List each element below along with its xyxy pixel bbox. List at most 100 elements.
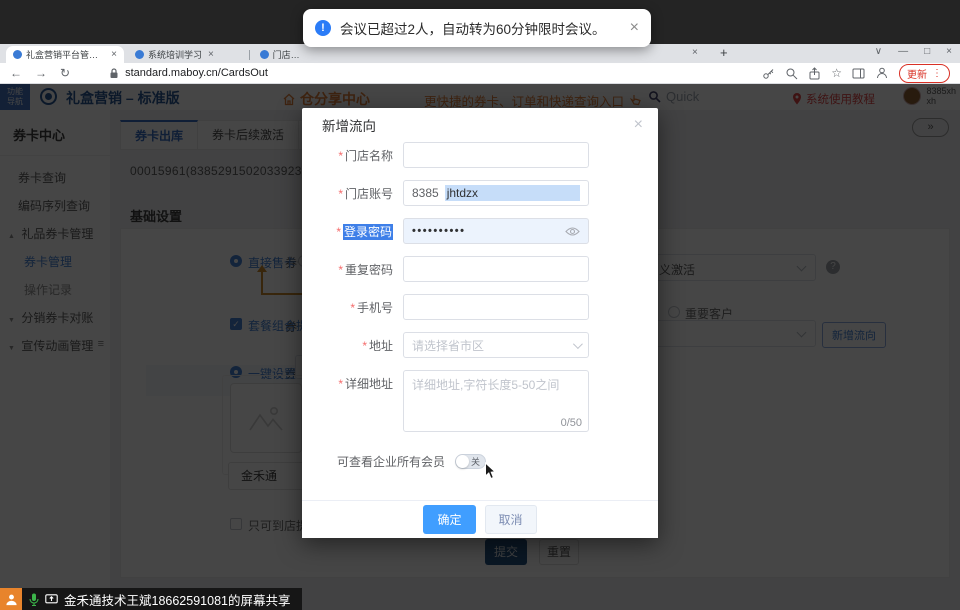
screen-share-icon [45, 594, 58, 605]
repeat-password-label: *重复密码 [306, 261, 403, 278]
site-favicon-icon [260, 50, 269, 59]
modal-header: 新增流向 × [302, 108, 658, 142]
label-text: 门店名称 [345, 149, 393, 163]
toggle-knob [456, 455, 469, 468]
required-mark: * [338, 377, 343, 391]
field-row-password: *登录密码 •••••••••• [306, 218, 658, 244]
label-text: 手机号 [357, 301, 393, 315]
share-bar-body: 金禾通技术王斌18662591081的屏幕共享 [22, 588, 302, 610]
tab-close-icon[interactable]: × [692, 47, 698, 58]
tab-title: 系统培训学习 [148, 48, 202, 61]
minimize-icon[interactable]: — [898, 46, 908, 57]
phone-label: *手机号 [306, 299, 403, 316]
sharer-avatar-icon [0, 588, 22, 610]
tab-separator [249, 50, 250, 60]
kebab-menu-icon[interactable]: ⋮ [932, 68, 942, 79]
new-tab-button[interactable]: + [720, 45, 728, 60]
store-name-input[interactable] [403, 142, 589, 168]
label-text: 详细地址 [345, 377, 393, 391]
browser-menu-icon[interactable]: ∨ [875, 46, 882, 57]
forward-icon[interactable]: → [35, 67, 47, 79]
address-label: *地址 [306, 337, 403, 354]
field-row-detail-address: *详细地址 0/50 [306, 370, 658, 437]
required-mark: * [338, 263, 343, 277]
field-row-repeat-password: *重复密码 [306, 256, 658, 282]
microphone-icon [29, 593, 39, 606]
share-icon[interactable] [808, 67, 821, 80]
eye-icon [565, 226, 580, 237]
store-account-label: *门店账号 [306, 185, 403, 202]
tab-title: 门店管理中心 [273, 48, 305, 61]
zoom-icon[interactable] [785, 67, 798, 80]
store-account-input[interactable]: 8385 jhtdzx [403, 180, 589, 206]
password-dots: •••••••••• [412, 225, 466, 237]
password-key-icon[interactable] [762, 67, 775, 80]
tab-title: 礼盒营销平台管理中心 [26, 48, 105, 61]
lock-icon [109, 68, 119, 79]
confirm-button[interactable]: 确定 [423, 505, 475, 534]
label-text: 重复密码 [345, 263, 393, 277]
password-label: *登录密码 [306, 223, 403, 240]
required-mark: * [362, 339, 367, 353]
store-name-label: *门店名称 [306, 147, 403, 164]
password-input[interactable]: •••••••••• [403, 218, 589, 244]
required-mark: * [338, 149, 343, 163]
chevron-down-icon [573, 339, 583, 349]
required-mark: * [336, 225, 341, 239]
detail-address-label: *详细地址 [306, 370, 403, 392]
address-placeholder: 请选择省市区 [412, 337, 484, 354]
chrome-update-button[interactable]: 更新 ⋮ [899, 64, 950, 83]
person-icon [5, 593, 18, 606]
address-select[interactable]: 请选择省市区 [403, 332, 589, 358]
detail-address-wrap: 0/50 [403, 370, 589, 437]
browser-tab-2[interactable]: 系统培训学习 × [128, 46, 242, 63]
tab-close-icon[interactable]: × [208, 49, 214, 60]
window-controls: ∨ — □ × [875, 46, 952, 57]
field-row-store-name: *门店名称 [306, 142, 658, 168]
toast-message: 会议已超过2人，自动转为60分钟限时会议。 [340, 18, 606, 38]
modal-title: 新增流向 [322, 115, 376, 135]
field-row-phone: *手机号 [306, 294, 658, 320]
restore-icon[interactable]: □ [924, 46, 930, 57]
side-panel-icon[interactable] [852, 67, 865, 80]
meeting-toast: ! 会议已超过2人，自动转为60分钟限时会议。 × [303, 9, 651, 47]
toast-close-icon[interactable]: × [630, 20, 639, 36]
label-text-selected: 登录密码 [343, 224, 393, 240]
url-text: standard.maboy.cn/CardsOut [125, 67, 268, 79]
update-label: 更新 [907, 66, 927, 81]
field-row-address: *地址 请选择省市区 [306, 332, 658, 358]
addressbar-actions: ☆ 更新 ⋮ [762, 64, 950, 83]
close-window-icon[interactable]: × [946, 46, 952, 57]
modal-footer: 确定 取消 [302, 500, 658, 538]
add-flow-modal: 新增流向 × *门店名称 *门店账号 8385 jhtdzx *登录密码 •••… [302, 108, 658, 538]
toggle-state-text: 关 [471, 455, 480, 469]
bookmark-star-icon[interactable]: ☆ [831, 66, 842, 80]
member-visibility-row: 可查看企业所有会员 关 [337, 453, 658, 470]
site-favicon-icon [135, 50, 144, 59]
url-field[interactable]: standard.maboy.cn/CardsOut [109, 67, 268, 79]
tab-close-icon[interactable]: × [111, 49, 117, 60]
share-bar-text: 金禾通技术王斌18662591081的屏幕共享 [64, 590, 290, 609]
phone-input[interactable] [403, 294, 589, 320]
browser-tab-1[interactable]: 礼盒营销平台管理中心 × [6, 46, 124, 63]
mouse-cursor [484, 462, 496, 485]
label-text: 地址 [369, 339, 393, 353]
browser-tab-3[interactable]: 门店管理中心 [242, 46, 312, 63]
char-counter: 0/50 [561, 417, 582, 429]
toggle-password-visibility[interactable] [565, 226, 580, 237]
repeat-password-input[interactable] [403, 256, 589, 282]
member-visibility-label: 可查看企业所有会员 [337, 453, 445, 470]
info-icon: ! [315, 20, 331, 36]
profile-icon[interactable] [875, 66, 889, 80]
modal-close-icon[interactable]: × [634, 117, 643, 133]
site-favicon-icon [13, 50, 22, 59]
screen-share-bar: 金禾通技术王斌18662591081的屏幕共享 [0, 588, 302, 610]
back-icon[interactable]: ← [10, 67, 22, 79]
field-row-store-account: *门店账号 8385 jhtdzx [306, 180, 658, 206]
reload-icon[interactable]: ↻ [60, 67, 70, 79]
account-value-selected: jhtdzx [445, 185, 580, 201]
member-visibility-toggle[interactable]: 关 [455, 454, 486, 469]
required-mark: * [338, 187, 343, 201]
cancel-button[interactable]: 取消 [485, 505, 537, 534]
required-mark: * [350, 301, 355, 315]
